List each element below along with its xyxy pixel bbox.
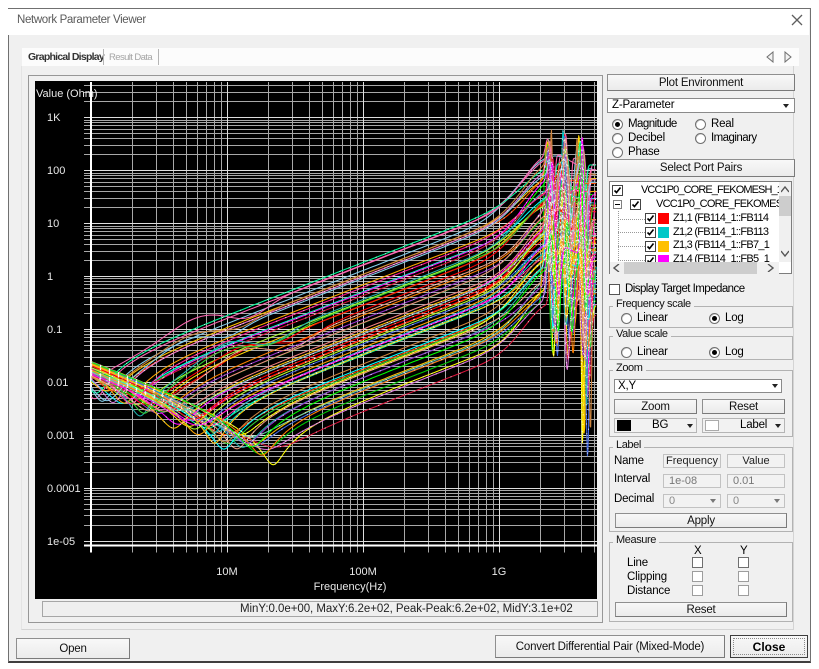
svg-text:1: 1 — [47, 271, 53, 283]
svg-text:100M: 100M — [349, 566, 377, 578]
svg-text:1K: 1K — [47, 112, 61, 124]
svg-text:Value (Ohm): Value (Ohm) — [36, 88, 98, 100]
svg-text:0.001: 0.001 — [47, 430, 75, 442]
svg-text:0.01: 0.01 — [47, 377, 68, 389]
svg-text:100: 100 — [47, 165, 65, 177]
svg-text:10M: 10M — [216, 566, 237, 578]
svg-text:0.0001: 0.0001 — [47, 483, 81, 495]
svg-text:1G: 1G — [492, 566, 507, 578]
svg-text:Frequency(Hz): Frequency(Hz) — [314, 581, 387, 593]
svg-text:10: 10 — [47, 218, 59, 230]
svg-text:0.1: 0.1 — [47, 324, 62, 336]
svg-text:1e-05: 1e-05 — [47, 536, 75, 548]
